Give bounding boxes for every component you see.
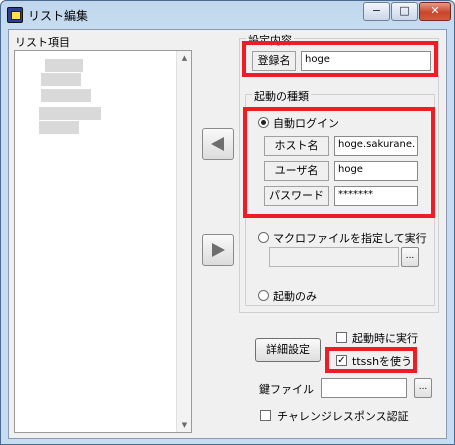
maximize-icon: □ <box>399 4 410 17</box>
minimize-icon: − <box>371 4 382 17</box>
key-file-label: 鍵ファイル <box>259 383 314 396</box>
move-right-button[interactable] <box>202 234 234 266</box>
use-ttssh-label: ttsshを使う <box>352 355 413 368</box>
minimize-button[interactable]: − <box>363 2 390 21</box>
list-scrollbar[interactable]: ▲ ▼ <box>176 51 191 432</box>
list-title: リスト項目 <box>15 36 70 49</box>
macro-file-field[interactable] <box>269 247 399 267</box>
list-item[interactable] <box>39 107 101 120</box>
macro-label: マクロファイルを指定して実行 <box>273 232 427 245</box>
startup-legend: 起動の種類 <box>252 88 311 104</box>
startup-only-label: 起動のみ <box>273 290 317 303</box>
user-label: ユーザ名 <box>264 161 329 181</box>
launch-on-start-checkbox[interactable] <box>336 332 347 343</box>
scroll-down-icon[interactable]: ▼ <box>180 420 189 430</box>
scroll-up-icon[interactable]: ▲ <box>180 53 189 63</box>
challenge-response-checkbox[interactable] <box>260 410 271 421</box>
key-file-field[interactable] <box>321 378 407 398</box>
list-box[interactable]: ▲ ▼ <box>14 50 192 433</box>
password-field[interactable]: ******* <box>334 186 418 206</box>
close-icon: ✕ <box>430 4 440 17</box>
maximize-button[interactable]: □ <box>391 2 418 21</box>
auto-login-radio[interactable] <box>258 117 269 128</box>
detail-settings-button[interactable]: 詳細設定 <box>255 338 321 362</box>
challenge-response-label: チャレンジレスポンス認証 <box>277 410 409 423</box>
list-item[interactable] <box>41 89 91 102</box>
list-item[interactable] <box>45 59 83 72</box>
close-button[interactable]: ✕ <box>419 2 451 21</box>
app-icon <box>7 7 23 23</box>
use-ttssh-checkbox[interactable]: ✓ <box>336 355 347 366</box>
user-field[interactable]: hoge <box>334 161 418 181</box>
startup-only-radio[interactable] <box>258 290 269 301</box>
move-left-button[interactable] <box>202 128 234 160</box>
window-title: リスト編集 <box>28 9 89 23</box>
key-browse-button[interactable]: ... <box>414 378 432 398</box>
auto-login-label: 自動ログイン <box>273 117 339 130</box>
client-area: リスト項目 ▲ ▼ 設定内容 登録名 hoge 起動の種類 自動ログイン ホスト… <box>8 29 447 439</box>
title-bar[interactable]: リスト編集 − □ ✕ <box>1 1 454 28</box>
arrow-left-icon <box>211 137 224 151</box>
host-label: ホスト名 <box>264 136 329 156</box>
arrow-right-icon <box>212 243 225 257</box>
host-field[interactable]: hoge.sakurane. <box>334 136 418 156</box>
list-edit-window: リスト編集 − □ ✕ リスト項目 ▲ ▼ 設定内容 登録名 hoge 起動の種… <box>0 0 455 445</box>
password-label: パスワード <box>264 186 329 206</box>
register-name-label: 登録名 <box>252 51 296 71</box>
macro-radio[interactable] <box>258 232 269 243</box>
list-item[interactable] <box>39 121 79 134</box>
check-icon: ✓ <box>337 355 346 366</box>
macro-browse-button[interactable]: ... <box>401 247 419 267</box>
launch-on-start-label: 起動時に実行 <box>352 332 418 345</box>
register-name-field[interactable]: hoge <box>301 51 431 71</box>
list-item[interactable] <box>41 73 81 86</box>
